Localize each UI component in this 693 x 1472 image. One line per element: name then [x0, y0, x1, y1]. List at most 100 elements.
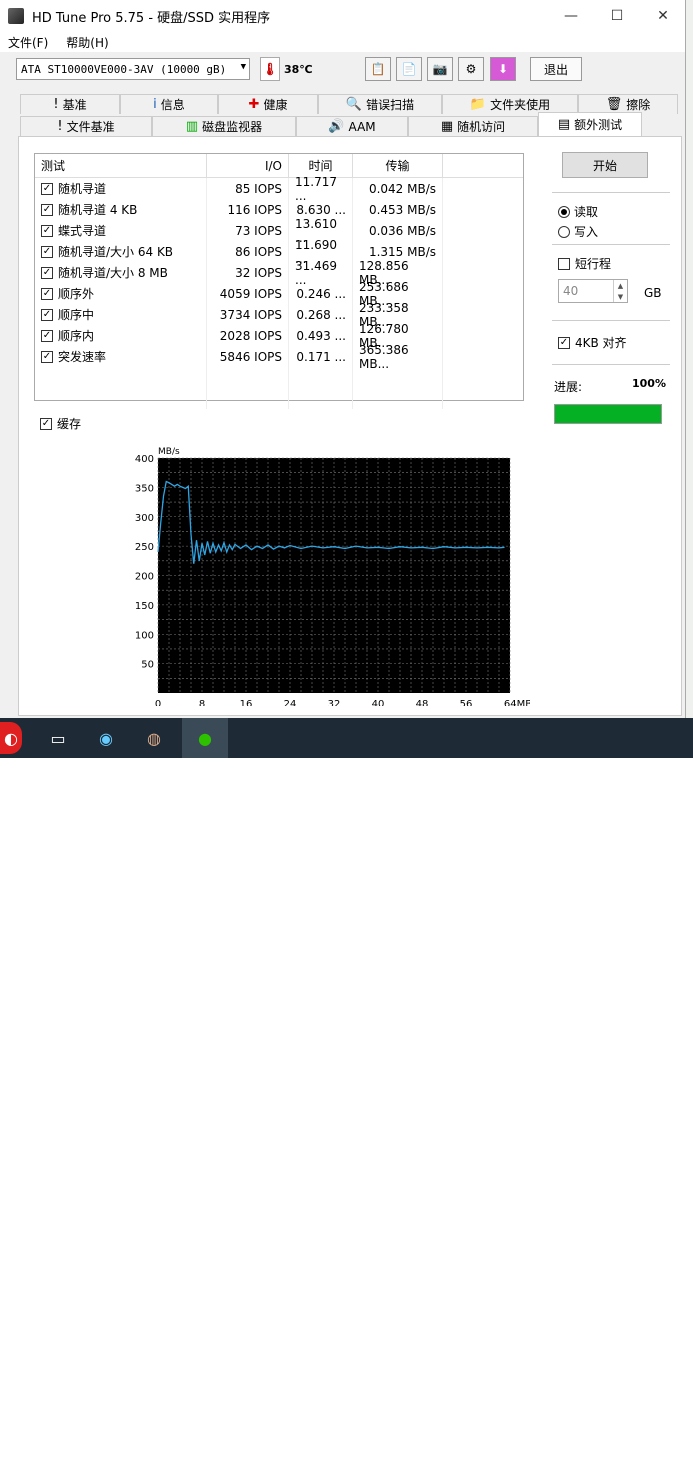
test-name-cell: ✓ 顺序外: [35, 283, 207, 304]
tab-folder-usage[interactable]: 📁 文件夹使用: [442, 94, 578, 114]
tab-info[interactable]: i 信息: [120, 94, 218, 114]
transfer-chart: 400 350 300 250 200 150 100 50 0 8 16 24 32 40 48 56 64M…: [130, 444, 532, 710]
maximize-button[interactable]: ☐: [594, 0, 640, 32]
checkbox-checked-icon[interactable]: ✓: [41, 308, 53, 321]
netease-music-icon[interactable]: ◐: [0, 722, 22, 754]
tieba-icon: 贴: [589, 1448, 609, 1470]
header-transfer[interactable]: 传输: [353, 154, 443, 177]
test-name-cell: ✓ 随机寻道/大小 8 MB: [35, 262, 207, 283]
grid-icon: ▦: [440, 119, 454, 134]
start-button[interactable]: 开始: [562, 152, 648, 178]
chevron-down-icon: ▼: [240, 62, 246, 72]
checkbox-checked-icon[interactable]: ✓: [41, 329, 53, 342]
tab-health[interactable]: ✚ 健康: [218, 94, 318, 114]
terminal-icon[interactable]: ▭: [40, 722, 76, 754]
table-row[interactable]: ✓ 随机寻道/大小 64 KB 86 IOPS 11.690 ... 1.315 MB/…: [35, 238, 523, 266]
x-tick-label: 32: [328, 699, 341, 706]
table-row[interactable]: ✓ 随机寻道 4 KB 116 IOPS 8.630 ... 0.453 MB/s: [35, 199, 523, 220]
short-stroke-checkbox[interactable]: 短行程: [558, 255, 611, 272]
chevron-up-icon[interactable]: ▲: [613, 280, 627, 291]
options-button[interactable]: ⚙: [458, 57, 484, 81]
table-row[interactable]: ✓ 随机寻道/大小 8 MB 32 IOPS 31.469 ... 128.856 MB…: [35, 259, 523, 287]
minimize-button[interactable]: —: [548, 0, 594, 32]
checkbox-checked-icon[interactable]: ✓: [41, 203, 53, 216]
drive-dropdown[interactable]: ATA ST10000VE000-3AV (10000 gB) ▼: [16, 58, 250, 80]
cache-checkbox[interactable]: ✓ 缓存: [40, 415, 81, 432]
tab-random-access[interactable]: ▦ 随机访问: [408, 116, 538, 136]
y-tick-label: 100: [135, 630, 154, 641]
progress-label: 进展:: [554, 380, 583, 394]
window-title: HD Tune Pro 5.75 - 硬盘/SSD 实用程序: [32, 10, 271, 26]
plus-icon: ✚: [248, 97, 260, 112]
tab-benchmark[interactable]: ! 基准: [20, 94, 120, 114]
x-tick-label: 8: [199, 699, 205, 706]
results-table: 测试 I/O 时间 传输 ✓ 随机寻道 85 IOPS 11.717 ... 0.042…: [34, 153, 524, 409]
table-row[interactable]: ✓ 顺序外 4059 IOPS 0.246 ... 253.686 MB...: [35, 280, 523, 308]
test-name-cell: ✓ 顺序中: [35, 304, 207, 325]
copy-info-button[interactable]: 📄: [396, 57, 422, 81]
tab-file-benchmark[interactable]: ! 文件基准: [20, 116, 152, 136]
table-row[interactable]: ✓ 随机寻道 85 IOPS 11.717 ... 0.042 MB/s: [35, 175, 523, 203]
tabs-row-2: ! 文件基准 ▥ 磁盘监视器 🔊 AAM ▦ 随机访问 ▤ 额外测试: [20, 112, 642, 136]
table-row[interactable]: ✓ 突发速率 5846 IOPS 0.171 ... 365.386 MB...: [35, 343, 523, 371]
exit-button[interactable]: 退出: [530, 57, 582, 81]
table-row[interactable]: ✓ 顺序中 3734 IOPS 0.268 ... 233.358 MB...: [35, 301, 523, 329]
checkbox-checked-icon[interactable]: ✓: [41, 350, 53, 363]
browser-icon[interactable]: ◉: [88, 722, 124, 754]
taskbar: ◐ ▭ ◉ ◍ ● 贴 @硬盘吧: [0, 718, 693, 1471]
checkbox-checked-icon[interactable]: ✓: [41, 245, 53, 258]
watermark: 贴 @硬盘吧: [589, 1446, 685, 1472]
tab-aam[interactable]: 🔊 AAM: [296, 116, 408, 136]
tab-label: 信息: [160, 98, 185, 112]
size-stepper[interactable]: 40 ▲ ▼: [558, 279, 628, 303]
y-tick-label: 200: [135, 572, 154, 583]
menu-file[interactable]: 文件(F): [8, 34, 48, 51]
checkbox-checked-icon[interactable]: ✓: [41, 182, 53, 195]
cache-label: 缓存: [57, 417, 82, 431]
screenshot-button[interactable]: 📷: [427, 57, 453, 81]
test-name: 蝶式寻道: [58, 224, 107, 238]
monitor-icon: ▥: [185, 119, 199, 134]
empty-row: [35, 367, 523, 388]
read-radio[interactable]: 读取: [558, 203, 598, 220]
close-button[interactable]: ✕: [640, 0, 686, 32]
menu-help[interactable]: 帮助(H): [66, 34, 108, 51]
align-4kb-checkbox[interactable]: ✓ 4KB 对齐: [558, 334, 627, 351]
checkbox-checked-icon[interactable]: ✓: [41, 224, 53, 237]
save-button[interactable]: ⬇: [490, 57, 516, 81]
tab-extra-tests[interactable]: ▤ 额外测试: [538, 112, 642, 136]
checkbox-unchecked-icon: [558, 257, 570, 270]
time-cell: 0.246 ...: [289, 283, 353, 304]
checkbox-checked-icon[interactable]: ✓: [41, 287, 53, 300]
tab-erase[interactable]: 🗑 擦除: [578, 94, 678, 114]
title-bar[interactable]: HD Tune Pro 5.75 - 硬盘/SSD 实用程序 — ☐ ✕: [0, 0, 685, 32]
transfer-cell: 365.386 MB...: [353, 343, 443, 371]
watermark-text: @硬盘吧: [613, 1450, 685, 1471]
exclamation-icon: !: [53, 97, 59, 112]
header-io[interactable]: I/O: [207, 154, 289, 177]
size-unit: GB: [644, 286, 662, 300]
radio-unchecked-icon: [558, 225, 570, 238]
tab-label: 擦除: [626, 98, 651, 112]
info-icon: i: [153, 97, 157, 112]
table-row[interactable]: ✓ 蝶式寻道 73 IOPS 13.610 ... 0.036 MB/s: [35, 217, 523, 245]
chevron-down-icon[interactable]: ▼: [613, 291, 627, 302]
tab-error-scan[interactable]: 🔍 错误扫描: [318, 94, 442, 114]
header-test[interactable]: 测试: [35, 154, 207, 177]
y-tick-label: 400: [135, 454, 154, 465]
checkbox-checked-icon[interactable]: ✓: [41, 266, 53, 279]
write-radio[interactable]: 写入: [558, 223, 598, 240]
table-header: 测试 I/O 时间 传输: [35, 154, 523, 178]
y-tick-label: 350: [135, 483, 154, 494]
progress-fill: [555, 405, 661, 423]
hdtune-taskbar-icon[interactable]: ◍: [136, 722, 172, 754]
copy-text-button[interactable]: 📋: [365, 57, 391, 81]
x-tick-label: 40: [372, 699, 385, 706]
tab-disk-monitor[interactable]: ▥ 磁盘监视器: [152, 116, 296, 136]
table-row[interactable]: ✓ 顺序内 2028 IOPS 0.493 ... 126.780 MB...: [35, 322, 523, 350]
menu-bar: 文件(F) 帮助(H): [0, 32, 685, 52]
divider: [552, 192, 670, 193]
app-window: HD Tune Pro 5.75 - 硬盘/SSD 实用程序 — ☐ ✕ 文件(…: [0, 0, 686, 718]
clipboard-icon: 📄: [401, 62, 417, 76]
wechat-icon[interactable]: ●: [182, 718, 228, 758]
